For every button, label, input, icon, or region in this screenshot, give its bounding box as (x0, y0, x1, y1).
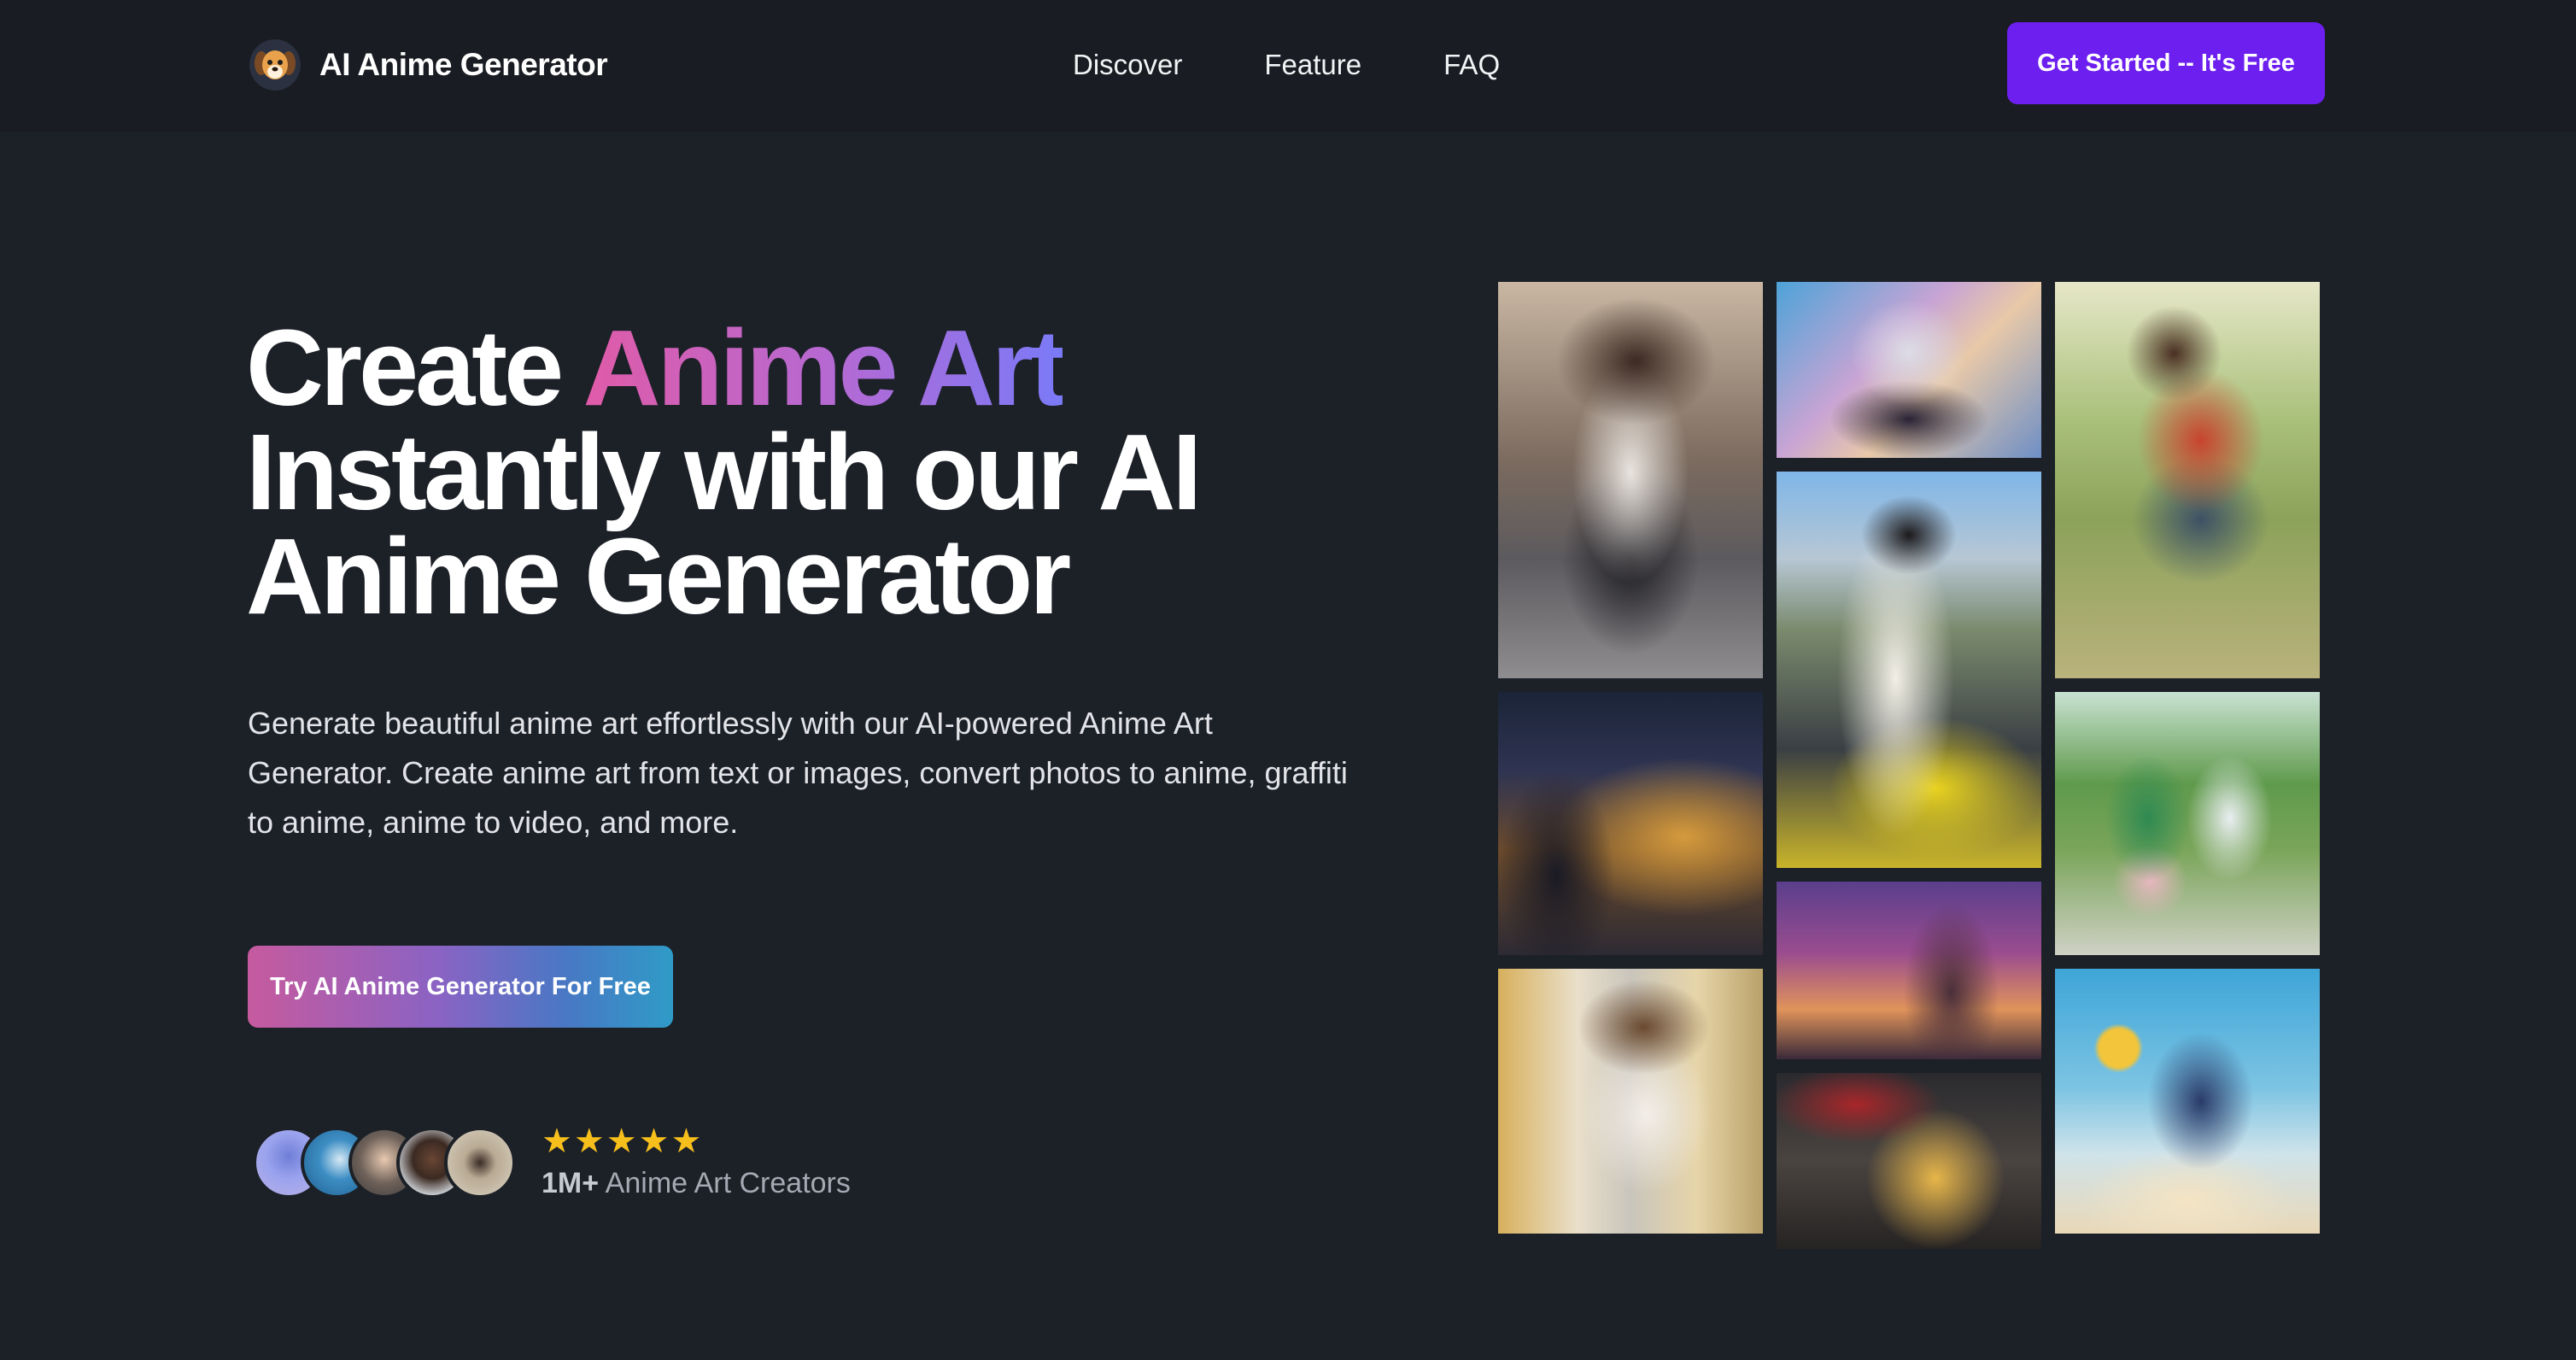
avatar (444, 1127, 516, 1199)
star-icon: ★ (542, 1123, 572, 1160)
main-nav: Discover Feature FAQ (1073, 41, 1500, 89)
cat-ear-maid-girl-image (1777, 282, 2041, 458)
headline-highlight: Anime Art (583, 308, 1066, 428)
star-icon: ★ (638, 1123, 670, 1160)
headline-part-2: Instantly with our AI Anime Generator (246, 412, 1202, 636)
racing-suit-girl-image (1777, 472, 2041, 868)
brand[interactable]: AI Anime Generator (249, 38, 608, 92)
star-icon: ★ (606, 1123, 637, 1160)
star-icon: ★ (573, 1123, 605, 1160)
hero-description: Generate beautiful anime art effortlessl… (248, 706, 1348, 840)
hero-headline: Create Anime Art Instantly with our AI A… (246, 314, 1356, 630)
fantasy-cathedral-sunset-image (1777, 882, 2041, 1059)
girl-on-city-street-image (1498, 282, 1763, 678)
headline-part-1: Create (246, 308, 583, 428)
girl-in-store-aisle-image (1498, 969, 1763, 1234)
dog-head-logo (249, 39, 301, 91)
star-icon: ★ (670, 1123, 702, 1160)
creators-label: Anime Art Creators (605, 1167, 851, 1199)
brand-name: AI Anime Generator (319, 47, 608, 82)
creators-count: 1M+ Anime Art Creators (542, 1167, 851, 1200)
winged-girl-in-sky-image (2055, 969, 2320, 1234)
couple-walking-in-park-image (2055, 692, 2320, 955)
nav-discover[interactable]: Discover (1073, 49, 1182, 81)
boy-sitting-in-park-image (2055, 282, 2320, 678)
boy-with-red-umbrella-image (1777, 1073, 2041, 1249)
nav-feature[interactable]: Feature (1264, 49, 1361, 81)
user-avatars (253, 1127, 518, 1200)
try-generator-button[interactable]: Try AI Anime Generator For Free (248, 946, 673, 1028)
nav-faq[interactable]: FAQ (1443, 49, 1500, 81)
top-navbar: AI Anime Generator Discover Feature FAQ … (0, 0, 2576, 132)
rating-stars: ★ ★ ★ ★ ★ (542, 1124, 703, 1158)
girl-on-night-city-balcony-image (1498, 692, 1763, 955)
creators-number: 1M+ (542, 1167, 600, 1199)
get-started-button[interactable]: Get Started -- It's Free (2007, 22, 2325, 104)
